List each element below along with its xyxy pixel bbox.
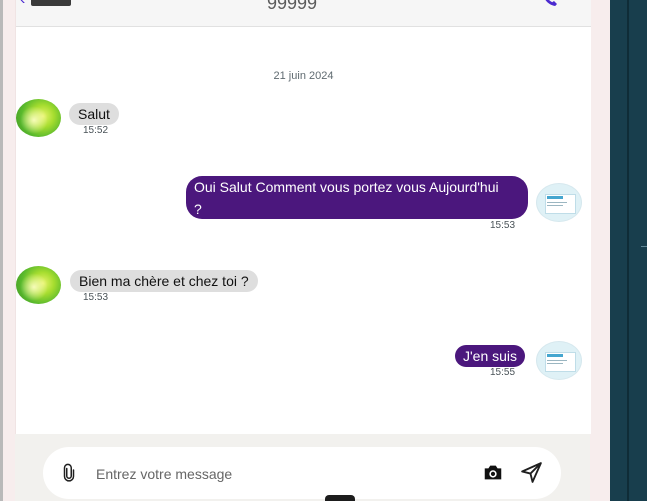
contact-avatar[interactable] — [31, 0, 71, 6]
message-time: 15:55 — [490, 367, 516, 378]
message-time: 15:53 — [83, 292, 109, 303]
incoming-message[interactable]: Bien ma chère et chez toi ? — [70, 270, 258, 292]
outgoing-message-line: ? — [194, 201, 202, 217]
chat-window: ‹ 99999 21 juin 2024 Salut 15:52 Oui Sal… — [15, 0, 591, 434]
avatar-image-bar — [547, 196, 563, 199]
date-separator: 21 juin 2024 — [273, 70, 334, 82]
paperclip-icon[interactable] — [60, 461, 78, 485]
outgoing-message[interactable]: J'en suis — [455, 345, 526, 367]
message-input[interactable] — [94, 463, 428, 485]
avatar-image-line — [547, 363, 563, 364]
contact-name: 99999 — [267, 0, 318, 13]
send-icon[interactable] — [519, 460, 544, 485]
avatar-image-line — [547, 202, 567, 203]
camera-icon[interactable] — [482, 462, 504, 484]
phone-icon[interactable] — [542, 0, 558, 7]
message-time: 15:53 — [490, 220, 516, 231]
bottom-toolbar-handle[interactable] — [325, 495, 355, 501]
user-avatar[interactable] — [536, 341, 582, 380]
incoming-message[interactable]: Salut — [69, 103, 119, 125]
avatar-image-line — [547, 205, 563, 206]
chat-header: ‹ 99999 — [16, 0, 591, 27]
outgoing-message[interactable]: Oui Salut Comment vous portez vous Aujou… — [186, 176, 528, 219]
right-sidebar-marker — [641, 246, 647, 247]
avatar-image-line — [547, 360, 567, 361]
user-avatar[interactable] — [536, 183, 582, 222]
message-time: 15:52 — [83, 125, 109, 136]
outgoing-message-line: Oui Salut Comment vous portez vous Aujou… — [194, 179, 499, 195]
avatar-image-bar — [547, 354, 563, 357]
contact-avatar[interactable] — [16, 266, 61, 304]
contact-avatar[interactable] — [16, 99, 61, 137]
right-sidebar-divider — [627, 0, 629, 501]
